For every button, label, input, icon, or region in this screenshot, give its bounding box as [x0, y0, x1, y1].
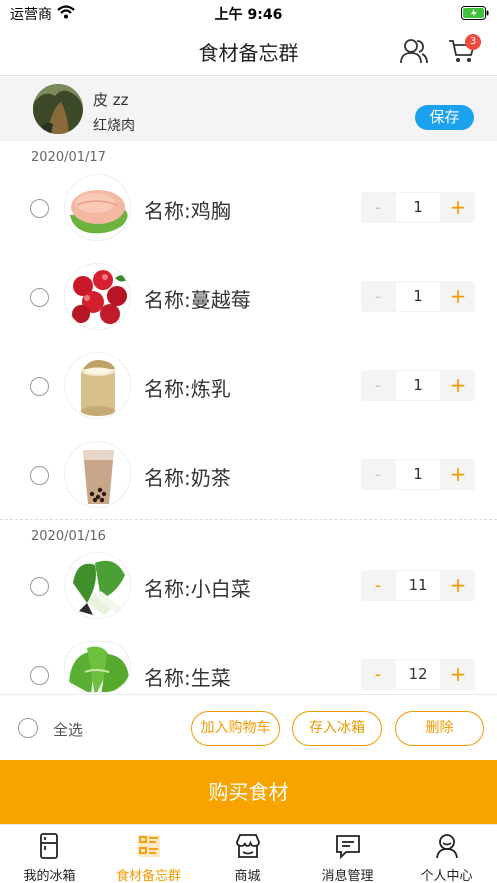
user-dish: 红烧肉: [93, 118, 135, 134]
quantity-stepper: - 1 +: [361, 192, 475, 223]
list-item: 名称:小白菜 - 11 +: [0, 542, 497, 630]
status-bar: 运营商 上午 9:46: [0, 0, 497, 26]
item-name: 名称:小白菜: [144, 577, 251, 601]
tab-profile[interactable]: 个人中心: [397, 825, 496, 883]
tab-ingredient-memo[interactable]: 食材备忘群: [99, 825, 198, 883]
buy-ingredients-button[interactable]: 购买食材: [0, 760, 497, 824]
cart-count-badge: 3: [465, 34, 481, 50]
item-name: 名称:蔓越莓: [144, 288, 251, 312]
quantity-stepper: - 11 +: [361, 570, 475, 601]
item-name: 名称:炼乳: [144, 377, 231, 401]
increase-button[interactable]: +: [441, 570, 475, 601]
quantity-stepper: - 12 +: [361, 659, 475, 690]
lettuce-image: [64, 641, 131, 693]
tab-label: 食材备忘群: [115, 869, 181, 883]
decrease-button[interactable]: -: [361, 659, 395, 690]
date-label: 2020/01/17: [31, 150, 106, 165]
list-item: 名称:奶茶 - 1 +: [0, 431, 497, 519]
increase-button[interactable]: +: [441, 459, 475, 490]
tab-label: 商城: [234, 869, 261, 883]
item-checkbox[interactable]: [30, 199, 49, 218]
quantity-stepper: - 1 +: [361, 281, 475, 312]
bok-choy-image: [64, 552, 131, 619]
item-name: 名称:生菜: [144, 666, 231, 690]
user-strip: 皮 zz 红烧肉 保存: [0, 77, 497, 141]
decrease-button[interactable]: -: [361, 370, 395, 401]
delete-button[interactable]: 删除: [395, 711, 484, 746]
quantity-value[interactable]: 1: [396, 460, 440, 489]
quantity-value[interactable]: 1: [396, 193, 440, 222]
item-checkbox[interactable]: [30, 288, 49, 307]
quantity-value[interactable]: 11: [396, 571, 440, 600]
save-button[interactable]: 保存: [415, 105, 474, 130]
decrease-button[interactable]: -: [361, 192, 395, 223]
item-name: 名称:奶茶: [144, 466, 231, 490]
tab-store[interactable]: 商城: [198, 825, 297, 883]
tab-label: 个人中心: [420, 869, 473, 883]
item-checkbox[interactable]: [30, 666, 49, 685]
increase-button[interactable]: +: [441, 192, 475, 223]
increase-button[interactable]: +: [441, 659, 475, 690]
item-checkbox[interactable]: [30, 377, 49, 396]
avatar[interactable]: [33, 84, 83, 134]
group-members-icon[interactable]: [400, 38, 428, 64]
tab-my-fridge[interactable]: 我的冰箱: [0, 825, 99, 883]
item-checkbox[interactable]: [30, 466, 49, 485]
increase-button[interactable]: +: [441, 281, 475, 312]
quantity-stepper: - 1 +: [361, 370, 475, 401]
decrease-button[interactable]: -: [361, 570, 395, 601]
list-item: 名称:蔓越莓 - 1 +: [0, 253, 497, 341]
message-icon: [336, 835, 360, 859]
fridge-icon: [40, 833, 58, 859]
quantity-value[interactable]: 1: [396, 282, 440, 311]
item-name: 名称:鸡胸: [144, 199, 231, 223]
group-divider: [0, 519, 497, 520]
decrease-button[interactable]: -: [361, 459, 395, 490]
bubble-tea-image: [64, 441, 131, 508]
cranberry-image: [64, 263, 131, 330]
person-icon: [436, 834, 458, 859]
bulk-action-bar: 全选 加入购物车 存入冰箱 删除: [0, 694, 497, 760]
chicken-breast-image: [64, 174, 131, 241]
quantity-value[interactable]: 1: [396, 371, 440, 400]
list-item: 名称:炼乳 - 1 +: [0, 342, 497, 430]
quantity-stepper: - 1 +: [361, 459, 475, 490]
store-in-fridge-button[interactable]: 存入冰箱: [292, 711, 382, 746]
tab-messages[interactable]: 消息管理: [298, 825, 397, 883]
store-icon: [236, 834, 260, 858]
user-name: 皮 zz: [93, 91, 129, 109]
tab-label: 我的冰箱: [23, 869, 76, 883]
nav-bar: 食材备忘群 3: [0, 26, 497, 76]
decrease-button[interactable]: -: [361, 281, 395, 312]
status-time: 上午 9:46: [214, 7, 283, 23]
memo-list-icon: [138, 835, 160, 857]
list-item: 名称:鸡胸 - 1 +: [0, 164, 497, 252]
quantity-value[interactable]: 12: [396, 660, 440, 689]
tab-bar: 我的冰箱 食材备忘群 商城 消息管理 个人中心: [0, 824, 497, 883]
select-all-label[interactable]: 全选: [53, 719, 83, 740]
battery-icon: [461, 6, 489, 20]
item-checkbox[interactable]: [30, 577, 49, 596]
select-all-checkbox[interactable]: [18, 718, 38, 738]
condensed-milk-image: [64, 352, 131, 419]
add-to-cart-button[interactable]: 加入购物车: [191, 711, 280, 746]
tab-label: 消息管理: [321, 869, 374, 883]
increase-button[interactable]: +: [441, 370, 475, 401]
